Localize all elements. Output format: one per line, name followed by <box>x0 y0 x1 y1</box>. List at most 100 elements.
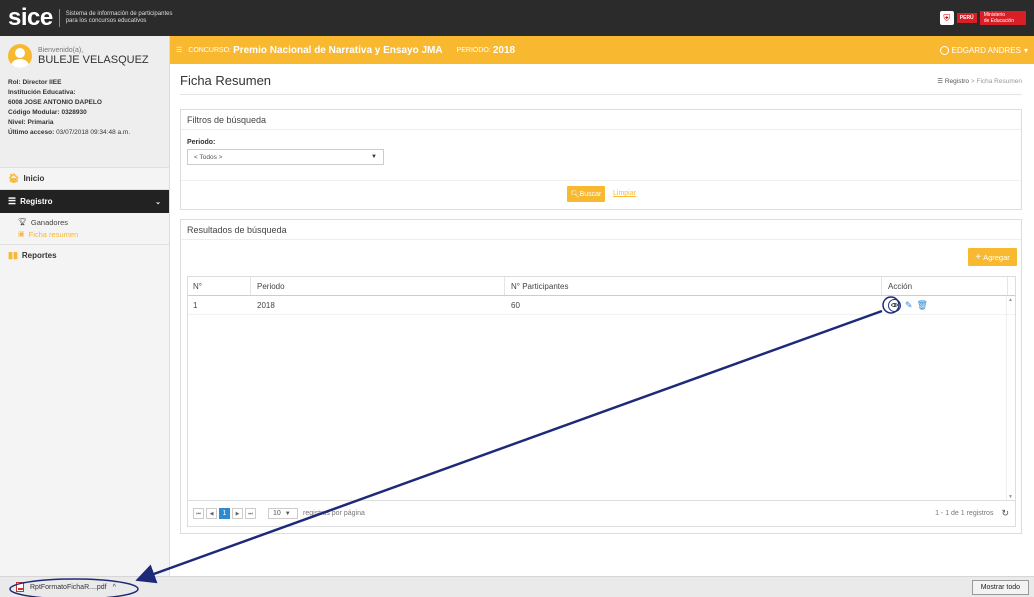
caret-down-icon: ▾ <box>1023 45 1028 55</box>
agregar-label: Agregar <box>983 252 1010 262</box>
nav-reportes[interactable]: ▮▮ Reportes <box>0 244 169 266</box>
grid-header: N° Periodo N° Participantes Acción <box>188 277 1015 296</box>
user-menu-label: EDGARD ANDRES <box>951 45 1021 55</box>
buscar-label: Buscar <box>579 190 602 198</box>
user-circle-icon <box>939 45 949 55</box>
buscar-button[interactable]: 🔍︎ Buscar <box>567 186 605 202</box>
cod-line: Código Modular: 0328930 <box>8 108 161 118</box>
col-header-n[interactable]: N° <box>188 277 251 295</box>
results-panel: Resultados de búsqueda + Agregar N° Peri… <box>180 219 1022 534</box>
inst-value: 6008 JOSE ANTONIO DAPELO <box>8 99 102 106</box>
bar-chart-icon: ▮▮ <box>8 250 18 260</box>
filters-title: Filtros de búsqueda <box>181 110 1021 130</box>
periodo-select-value: < Todos > <box>194 153 223 161</box>
minedu-line2: de Educación <box>983 18 1014 24</box>
cod-label: Código Modular: <box>8 109 60 116</box>
profile-info: Rol: Director IIEE Institución Educativa… <box>8 78 161 138</box>
nav-reportes-label: Reportes <box>21 251 57 260</box>
caret-down-icon: ▼ <box>284 510 291 517</box>
chevron-up-icon[interactable]: ^ <box>113 584 116 591</box>
scroll-up-icon[interactable]: ▲ <box>1008 297 1013 303</box>
col-header-accion: Acción <box>882 277 1008 295</box>
filters-footer-divider <box>181 180 1021 181</box>
mostrar-todo-button[interactable]: Mostrar todo <box>971 579 1029 595</box>
filters-panel: Filtros de búsqueda Periodo: < Todos > ▼… <box>180 109 1022 210</box>
main-content: Ficha Resumen ☰ Registro > Ficha Resumen… <box>170 64 1034 576</box>
breadcrumb-root[interactable]: Registro <box>945 78 969 85</box>
profile-names: Bienvenido(a), BULEJE VELASQUEZ <box>38 47 149 66</box>
plus-icon: + <box>975 251 982 263</box>
first-page-icon[interactable]: ⏮ <box>193 508 204 519</box>
menu-toggle-icon[interactable]: ☰ <box>176 46 182 54</box>
nav-ficha-resumen[interactable]: ▣ Ficha resumen <box>0 228 169 240</box>
periodo-select[interactable]: < Todos > ▼ <box>187 149 384 165</box>
concurso-value: Premio Nacional de Narrativa y Ensayo JM… <box>233 44 443 56</box>
acceso-line: Último acceso: 03/07/2018 09:34:48 a.m. <box>8 128 161 138</box>
breadcrumb-separator: > <box>970 78 975 85</box>
current-page[interactable]: 1 <box>219 508 230 519</box>
peru-label: PERÚ <box>956 13 977 23</box>
nav-registro[interactable]: ☰ Registro ⌄ <box>0 189 169 213</box>
user-menu[interactable]: EDGARD ANDRES ▾ <box>939 45 1028 55</box>
download-item[interactable]: RptFormatoFichaR....pdf ^ <box>16 582 116 592</box>
page-size-select[interactable]: 10 ▼ <box>268 508 298 519</box>
last-page-icon[interactable]: ⏭ <box>245 508 256 519</box>
title-divider <box>180 94 1022 95</box>
nivel-label: Nivel: <box>8 119 26 126</box>
caret-down-icon: ▼ <box>371 154 377 160</box>
grid-scrollbar[interactable]: ▲ ▼ <box>1006 296 1015 501</box>
periodo-field-label: Periodo: <box>187 139 216 146</box>
chevron-down-icon: ⌄ <box>155 198 161 206</box>
cell-participantes: 60 <box>511 300 520 310</box>
view-eye-icon[interactable] <box>888 298 901 312</box>
breadcrumb-current: Ficha Resumen <box>976 78 1022 85</box>
profile-header: Bienvenido(a), BULEJE VELASQUEZ <box>8 44 161 68</box>
inst-label: Institución Educativa: <box>8 89 76 96</box>
breadcrumb-list-icon: ☰ <box>937 78 944 85</box>
home-icon: 🏠︎ <box>8 173 20 183</box>
rol-value: Director IIEE <box>22 79 62 86</box>
refresh-icon[interactable]: ↻ <box>1001 508 1009 519</box>
logo-subtitle-line1: Sistema de información de participantes <box>65 11 173 17</box>
peru-shield-icon: ⛨ <box>939 11 954 25</box>
col-header-participantes[interactable]: N° Participantes <box>505 277 882 295</box>
nivel-line: Nivel: Primaria <box>8 118 161 128</box>
download-filename: RptFormatoFichaR....pdf <box>30 583 107 591</box>
minedu-label: Ministerio de Educación <box>979 11 1026 25</box>
nav-inicio[interactable]: 🏠︎ Inicio <box>0 167 169 189</box>
trophy-icon: 🏆︎ <box>18 219 27 226</box>
user-name: BULEJE VELASQUEZ <box>38 53 149 66</box>
delete-trash-icon[interactable]: 🗑︎ <box>917 300 928 311</box>
nivel-value: Primaria <box>27 119 54 126</box>
minedu-logo: ⛨ PERÚ Ministerio de Educación <box>939 11 1026 25</box>
avatar <box>8 44 32 68</box>
download-bar: RptFormatoFichaR....pdf ^ Mostrar todo <box>0 576 1034 597</box>
prev-page-icon[interactable]: ◀ <box>206 508 217 519</box>
menu-list-icon: ☰ <box>8 196 17 206</box>
nav-ganadores[interactable]: 🏆︎ Ganadores <box>0 216 169 228</box>
rol-line: Rol: Director IIEE <box>8 78 161 88</box>
record-count: 1 - 1 de 1 registros <box>935 510 994 517</box>
limpiar-link[interactable]: Limpiar <box>613 190 636 197</box>
breadcrumb: ☰ Registro > Ficha Resumen <box>937 77 1022 85</box>
concurso-bar: ☰ CONCURSO: Premio Nacional de Narrativa… <box>170 36 1034 64</box>
table-row[interactable]: 1 2018 60 ✎ 🗑︎ <box>188 296 1015 315</box>
acceso-label: Último acceso: <box>8 129 55 136</box>
app-header: sice Sistema de información de participa… <box>0 0 1034 36</box>
next-page-icon[interactable]: ▶ <box>232 508 243 519</box>
sidebar: Bienvenido(a), BULEJE VELASQUEZ Rol: Dir… <box>0 36 170 576</box>
edit-pencil-icon[interactable]: ✎ <box>905 300 913 311</box>
acceso-value: 03/07/2018 09:34:48 a.m. <box>56 129 131 136</box>
grid-pager: ⏮ ◀ 1 ▶ ⏭ 10 ▼ registros por página 1 - … <box>188 500 1015 526</box>
nav-registro-label: Registro <box>20 197 53 206</box>
inst-value-line: 6008 JOSE ANTONIO DAPELO <box>8 98 161 108</box>
sice-logo[interactable]: sice <box>8 6 53 30</box>
nav-ganadores-label: Ganadores <box>30 217 68 227</box>
col-header-periodo[interactable]: Periodo <box>251 277 505 295</box>
results-grid: N° Periodo N° Participantes Acción 1 201… <box>187 276 1016 527</box>
cell-accion: ✎ 🗑︎ <box>882 296 1008 314</box>
cell-periodo: 2018 <box>257 300 275 310</box>
user-profile: Bienvenido(a), BULEJE VELASQUEZ Rol: Dir… <box>0 36 169 167</box>
search-icon: 🔍︎ <box>570 191 580 198</box>
agregar-button[interactable]: + Agregar <box>968 248 1017 266</box>
